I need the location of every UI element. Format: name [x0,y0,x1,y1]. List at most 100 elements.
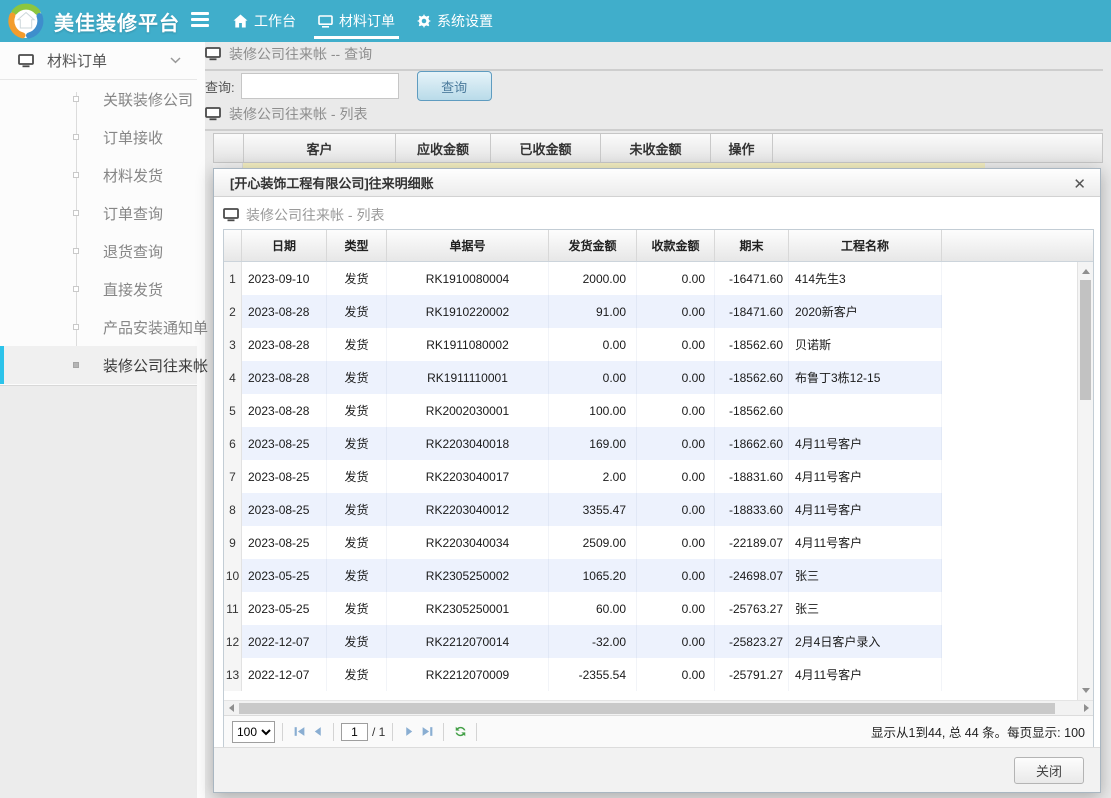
customer-column-header-4[interactable]: 操作 [711,134,773,162]
menu-toggle-icon[interactable] [191,12,211,30]
scroll-left-icon[interactable] [224,701,238,715]
detail-column-header-3[interactable]: 发货金额 [549,230,637,261]
sidebar-item-1[interactable]: 订单接收 [0,118,197,156]
table-cell: RK2212070014 [387,625,549,658]
table-row[interactable]: 92023-08-25发货RK22030400342509.000.00-221… [224,526,942,559]
nav-item-1[interactable]: 材料订单 [307,0,406,42]
table-cell: RK2305250002 [387,559,549,592]
horizontal-scrollbar-thumb[interactable] [239,703,1055,714]
sidebar-item-7[interactable]: 装修公司往来帐 [0,346,197,384]
nav-item-label: 工作台 [254,11,296,31]
sidebar-item-3[interactable]: 订单查询 [0,194,197,232]
gear-icon [417,14,431,28]
table-row[interactable]: 102023-05-25发货RK23052500021065.200.00-24… [224,559,942,592]
table-row[interactable]: 72023-08-25发货RK22030400172.000.00-18831.… [224,460,942,493]
sidebar-item-0[interactable]: 关联装修公司 [0,80,197,118]
list-section-header: 装修公司往来帐 - 列表 [205,104,1103,131]
sidebar-item-5[interactable]: 直接发货 [0,270,197,308]
table-row[interactable]: 62023-08-25发货RK2203040018169.000.00-1866… [224,427,942,460]
page-size-select[interactable]: 100 [232,721,275,743]
customer-column-header-1[interactable]: 应收金额 [396,134,491,162]
table-cell: 2023-08-25 [242,493,327,526]
table-cell: 91.00 [549,295,637,328]
table-cell: 张三 [789,559,942,592]
table-cell: 0.00 [637,295,715,328]
table-cell: -25791.27 [715,658,789,691]
table-row[interactable]: 52023-08-28发货RK2002030001100.000.00-1856… [224,394,942,427]
customer-column-header-2[interactable]: 已收金额 [491,134,601,162]
sidebar-item-2[interactable]: 材料发货 [0,156,197,194]
row-number-header[interactable] [214,134,244,162]
sidebar-item-6[interactable]: 产品安装通知单 [0,308,197,346]
sidebar-group-material-orders[interactable]: 材料订单 [0,42,197,80]
row-number-cell: 5 [224,394,242,427]
table-row[interactable]: 22023-08-28发货RK191022000291.000.00-18471… [224,295,942,328]
customer-column-header-0[interactable]: 客户 [244,134,396,162]
detail-column-header-0[interactable]: 日期 [242,230,327,261]
close-button[interactable]: 关闭 [1014,757,1084,784]
detail-column-header-5[interactable]: 期末 [715,230,789,261]
table-cell: 2000.00 [549,262,637,295]
page-total-label: / 1 [372,725,385,739]
table-row[interactable]: 122022-12-07发货RK2212070014-32.000.00-258… [224,625,942,658]
row-number-cell: 3 [224,328,242,361]
nav-item-2[interactable]: 系统设置 [406,0,504,42]
table-row[interactable]: 12023-09-10发货RK19100800042000.000.00-164… [224,262,942,295]
table-cell: 0.00 [549,328,637,361]
last-page-button[interactable] [418,723,436,741]
query-form: 查询: 查询 [205,70,492,102]
table-cell: 0.00 [637,592,715,625]
query-button[interactable]: 查询 [417,71,492,101]
query-input[interactable] [241,73,399,99]
table-row[interactable]: 112023-05-25发货RK230525000160.000.00-2576… [224,592,942,625]
vertical-scrollbar-thumb[interactable] [1080,280,1091,400]
table-cell: 0.00 [637,493,715,526]
tree-bullet-icon [73,286,79,292]
scroll-right-icon[interactable] [1079,701,1093,715]
table-cell: RK1911110001 [387,361,549,394]
sidebar-item-label: 产品安装通知单 [0,317,208,338]
table-row[interactable]: 132022-12-07发货RK2212070009-2355.540.00-2… [224,658,942,691]
table-cell: RK2305250001 [387,592,549,625]
scroll-up-icon[interactable] [1078,264,1093,279]
detail-grid: 日期类型单据号发货金额收款金额期末工程名称 12023-09-10发货RK191… [223,229,1094,748]
table-cell: 3355.47 [549,493,637,526]
refresh-icon[interactable] [451,723,469,741]
table-cell: 0.00 [549,361,637,394]
table-cell: 414先生3 [789,262,942,295]
prev-page-button[interactable] [308,723,326,741]
next-page-button[interactable] [400,723,418,741]
row-number-header[interactable] [224,230,242,261]
detail-column-header-1[interactable]: 类型 [327,230,387,261]
table-cell: 4月11号客户 [789,493,942,526]
row-number-cell: 13 [224,658,242,691]
table-cell: 0.00 [637,427,715,460]
table-row[interactable]: 82023-08-25发货RK22030400123355.470.00-188… [224,493,942,526]
customer-table-header: 客户应收金额已收金额未收金额操作 [213,133,1103,163]
detail-column-header-2[interactable]: 单据号 [387,230,549,261]
vertical-scrollbar[interactable] [1077,262,1093,700]
customer-column-header-3[interactable]: 未收金额 [601,134,711,162]
detail-column-header-4[interactable]: 收款金额 [637,230,715,261]
table-cell: -25763.27 [715,592,789,625]
table-cell: 发货 [327,625,387,658]
nav-item-0[interactable]: 工作台 [222,0,307,42]
page-number-input[interactable] [341,723,368,741]
sidebar-item-4[interactable]: 退货查询 [0,232,197,270]
table-cell: 1065.20 [549,559,637,592]
table-cell: 4月11号客户 [789,427,942,460]
first-page-button[interactable] [290,723,308,741]
top-navigation-bar: 美佳装修平台 工作台材料订单系统设置 [0,0,1111,42]
monitor-icon [223,208,239,222]
table-cell: 2023-08-25 [242,526,327,559]
table-cell: -2355.54 [549,658,637,691]
table-cell: 2月4日客户录入 [789,625,942,658]
close-icon[interactable]: ✕ [1069,173,1090,195]
table-row[interactable]: 42023-08-28发货RK19111100010.000.00-18562.… [224,361,942,394]
table-row[interactable]: 32023-08-28发货RK19110800020.000.00-18562.… [224,328,942,361]
horizontal-scrollbar[interactable] [224,700,1093,715]
scroll-down-icon[interactable] [1078,683,1093,698]
sidebar-item-label: 退货查询 [0,241,163,262]
detail-column-header-6[interactable]: 工程名称 [789,230,942,261]
table-cell: 发货 [327,460,387,493]
